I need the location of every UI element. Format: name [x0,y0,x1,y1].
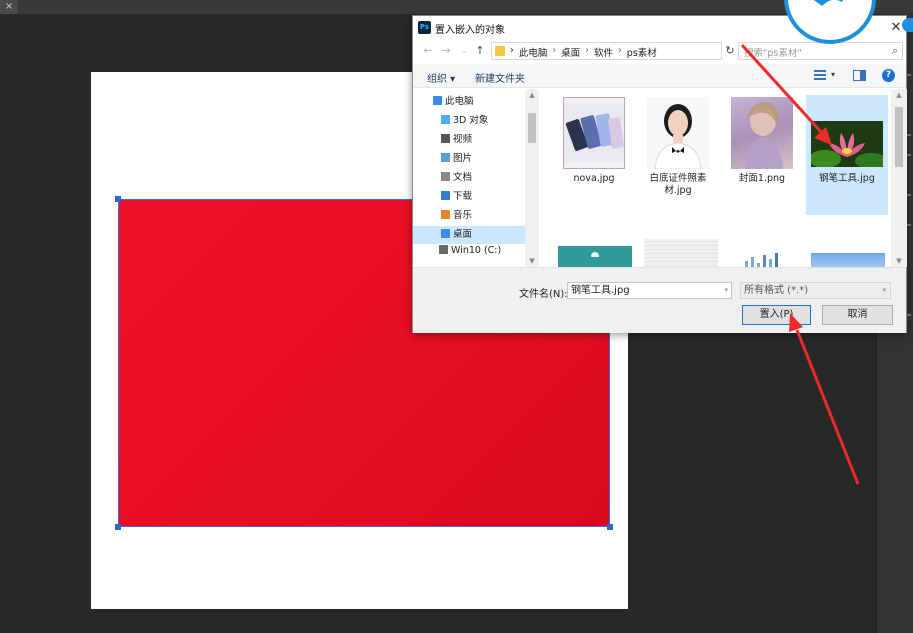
annotation-arrows [740,43,860,485]
arrow-to-place-button [789,313,860,485]
arrow-to-selected-file [740,43,832,145]
